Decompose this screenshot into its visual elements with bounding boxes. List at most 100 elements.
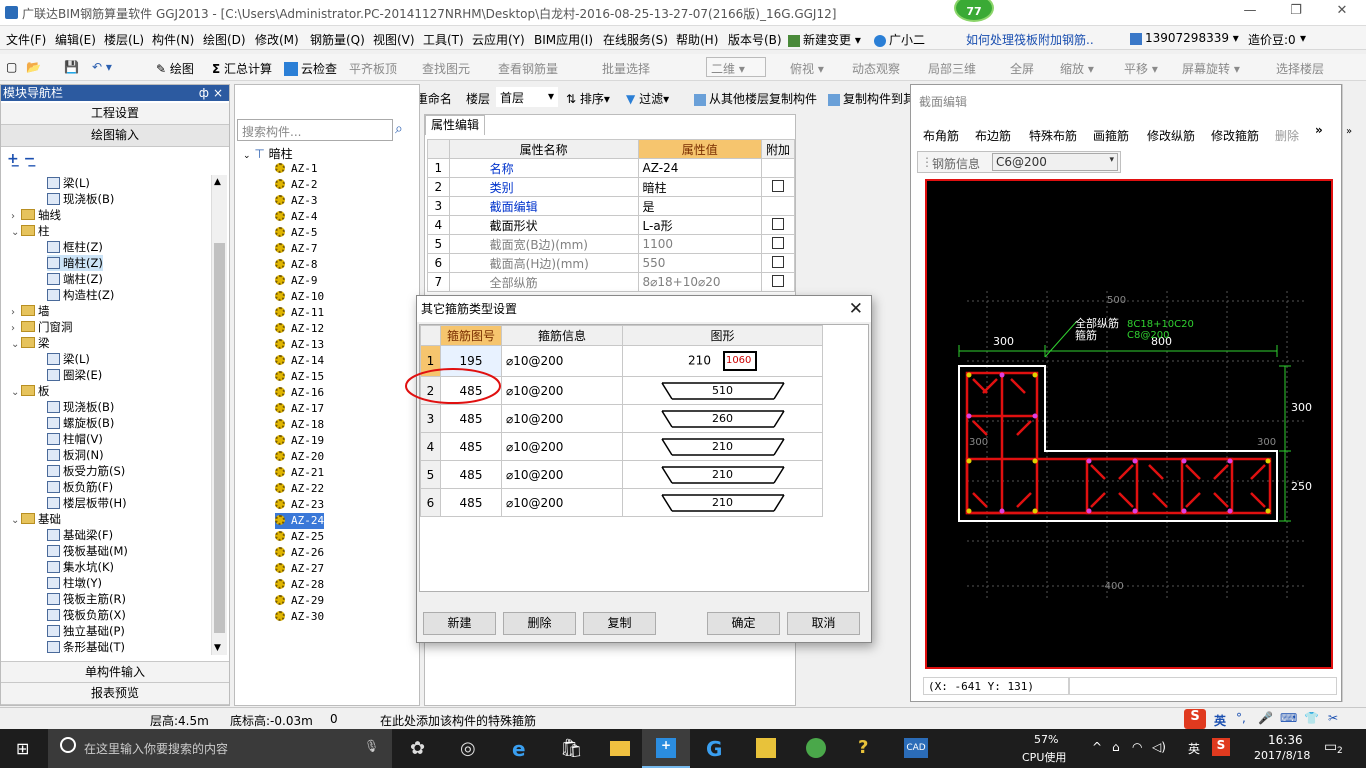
hoop-no[interactable]: 485: [440, 488, 502, 517]
tree-root-anzhu[interactable]: ⌄ ⊤ 暗柱: [243, 145, 293, 162]
menu-version[interactable]: 版本号(B): [728, 31, 782, 48]
menu-new-change[interactable]: 新建变更 ▾: [788, 31, 861, 48]
tray-volume-icon[interactable]: ◁): [1152, 740, 1166, 754]
search-icon[interactable]: ⌕: [395, 121, 413, 139]
az-list-item[interactable]: AZ-7: [275, 241, 318, 257]
hoop-info[interactable]: ⌀10@200: [501, 488, 623, 517]
taskbar-app-10[interactable]: ?: [842, 729, 890, 768]
menu-view[interactable]: 视图(V): [373, 31, 415, 48]
hoop-info[interactable]: ⌀10@200: [501, 460, 623, 489]
prop-extra[interactable]: [760, 253, 796, 273]
tree-item[interactable]: 端柱(Z): [47, 271, 103, 287]
az-list-item[interactable]: AZ-21: [275, 465, 324, 481]
taskbar-notes[interactable]: [742, 729, 790, 768]
steel-info-select[interactable]: C6@200 ▾: [992, 153, 1118, 171]
taskbar-search-box[interactable]: 在这里输入你要搜索的内容 🎙: [48, 729, 392, 768]
az-list-item[interactable]: AZ-14: [275, 353, 324, 369]
tree-item[interactable]: › 墙: [11, 303, 50, 319]
draw-button[interactable]: ✎ 绘图: [156, 60, 194, 77]
prop-value[interactable]: AZ-24: [637, 158, 762, 178]
az-list-item[interactable]: AZ-9: [275, 273, 318, 289]
pin-icon[interactable]: ф: [199, 85, 209, 101]
tree-item[interactable]: 集水坑(K): [47, 559, 114, 575]
scroll-thumb[interactable]: [214, 243, 225, 633]
hoop-row[interactable]: 4 485 ⌀10@200 210: [420, 432, 823, 461]
tree-item[interactable]: 筏板基础(M): [47, 543, 128, 559]
az-list-item[interactable]: AZ-19: [275, 433, 324, 449]
draw-input-button[interactable]: 绘图输入: [1, 125, 229, 147]
hoop-row[interactable]: 3 485 ⌀10@200 260: [420, 404, 823, 433]
az-list-item[interactable]: AZ-22: [275, 481, 324, 497]
report-preview-button[interactable]: 报表预览: [1, 683, 229, 705]
tree-item[interactable]: 现浇板(B): [47, 399, 114, 415]
expand-toggle-icon[interactable]: ⌄: [11, 225, 21, 241]
prop-extra[interactable]: [760, 234, 796, 254]
menu-tools[interactable]: 工具(T): [423, 31, 464, 48]
property-row[interactable]: 6 截面高(H边)(mm) 550: [427, 253, 796, 273]
az-list-item[interactable]: AZ-17: [275, 401, 324, 417]
az-list-item[interactable]: AZ-18: [275, 417, 324, 433]
taskbar-app-9[interactable]: [792, 729, 840, 768]
hoop-info[interactable]: ⌀10@200: [501, 345, 623, 377]
start-button[interactable]: ⊞: [0, 729, 48, 768]
tray-lang[interactable]: 英: [1188, 740, 1200, 757]
az-list-item[interactable]: AZ-8: [275, 257, 318, 273]
score-badge[interactable]: 77: [954, 0, 994, 22]
dialog-new-button[interactable]: 新建: [423, 612, 496, 635]
expand-toggle-icon[interactable]: ⌄: [11, 385, 21, 401]
menu-floor[interactable]: 楼层(L): [104, 31, 144, 48]
tree-item[interactable]: 筏板负筋(X): [47, 607, 126, 623]
ime-punct-icon[interactable]: °,: [1236, 711, 1246, 725]
rotate-screen-button[interactable]: 屏幕旋转 ▾: [1182, 60, 1240, 77]
hoop-info[interactable]: ⌀10@200: [501, 376, 623, 405]
zoom-button[interactable]: 缩放 ▾: [1060, 60, 1094, 77]
tree-item[interactable]: 螺旋板(B): [47, 415, 114, 431]
az-list-item[interactable]: AZ-1: [275, 161, 318, 177]
section-tool-button[interactable]: 修改纵筋: [1147, 127, 1195, 144]
menu-help[interactable]: 帮助(H): [676, 31, 718, 48]
hoop-no[interactable]: 485: [440, 460, 502, 489]
extra-checkbox[interactable]: [771, 274, 784, 287]
right-scrollbar[interactable]: »: [1342, 84, 1359, 702]
floor-select[interactable]: 首层 ▾: [496, 87, 558, 107]
tree-item[interactable]: 条形基础(T): [47, 639, 125, 655]
more-tools-icon[interactable]: »: [1315, 123, 1323, 137]
search-input[interactable]: 搜索构件...: [237, 119, 393, 141]
ime-tools-icon[interactable]: ✂: [1328, 711, 1338, 725]
menu-bim[interactable]: BIM应用(I): [534, 31, 593, 48]
az-list-item[interactable]: AZ-15: [275, 369, 324, 385]
az-list-item[interactable]: AZ-5: [275, 225, 318, 241]
find-element-button[interactable]: 查找图元: [422, 60, 470, 77]
tree-item[interactable]: 楼层板带(H): [47, 495, 127, 511]
tree-item[interactable]: 梁(L): [47, 351, 90, 367]
ime-keyboard-icon[interactable]: ⌨: [1280, 711, 1297, 725]
batch-select-button[interactable]: 批量选择: [602, 60, 650, 77]
hoop-no[interactable]: 485: [440, 404, 502, 433]
menu-edit[interactable]: 编辑(E): [55, 31, 96, 48]
prop-value[interactable]: 暗柱: [637, 177, 762, 197]
prop-extra[interactable]: [760, 158, 796, 178]
tray-expand-icon[interactable]: ^: [1092, 740, 1102, 754]
property-row[interactable]: 2 类别 暗柱: [427, 177, 796, 197]
tree-item[interactable]: 暗柱(Z): [47, 255, 103, 271]
tree-item[interactable]: 梁(L): [47, 175, 90, 191]
az-list-item[interactable]: AZ-13: [275, 337, 324, 353]
az-list-item[interactable]: AZ-25: [275, 529, 324, 545]
hoop-shape[interactable]: 210: [622, 432, 823, 461]
tree-item[interactable]: ⌄ 板: [11, 383, 50, 399]
taskbar-explorer[interactable]: [596, 729, 644, 768]
prop-extra[interactable]: [760, 272, 796, 292]
az-list-item[interactable]: AZ-3: [275, 193, 318, 209]
single-input-button[interactable]: 单构件输入: [1, 661, 229, 683]
hoop-shape[interactable]: 210 1060: [622, 345, 823, 377]
top-view-button[interactable]: 俯视 ▾: [790, 60, 824, 77]
tree-item[interactable]: 板负筋(F): [47, 479, 113, 495]
hoop-info[interactable]: ⌀10@200: [501, 404, 623, 433]
sum-calc-button[interactable]: Σ 汇总计算: [212, 60, 272, 77]
user-account[interactable]: 13907298339 ▾: [1130, 31, 1239, 45]
dialog-delete-button[interactable]: 删除: [503, 612, 576, 635]
taskbar-ggj[interactable]: +: [642, 729, 690, 768]
fullscreen-button[interactable]: 全屏: [1010, 60, 1034, 77]
dialog-copy-button[interactable]: 复制: [583, 612, 656, 635]
local-3d-button[interactable]: 局部三维: [928, 60, 976, 77]
